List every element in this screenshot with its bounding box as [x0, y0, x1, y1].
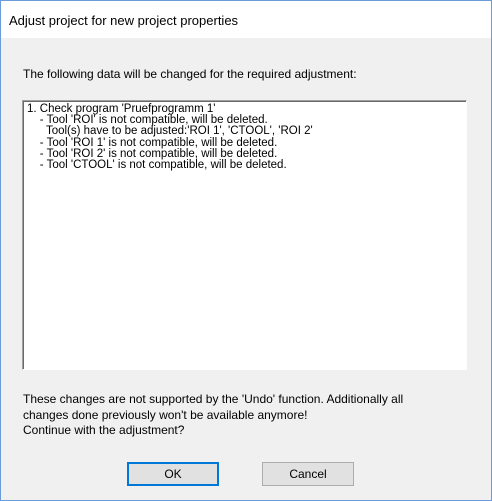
instruction-label: The following data will be changed for t… — [23, 67, 357, 81]
title-bar[interactable]: Adjust project for new project propertie… — [1, 1, 491, 38]
dialog-window: Adjust project for new project propertie… — [0, 0, 492, 501]
warning-line: changes done previously won't be availab… — [23, 407, 308, 422]
cancel-button[interactable]: Cancel — [262, 462, 354, 486]
changes-list-box[interactable]: 1. Check program 'Pruefprogramm 1' - Too… — [22, 100, 467, 370]
change-line: - Tool 'CTOOL' is not compatible, will b… — [27, 159, 287, 172]
warning-line: These changes are not supported by the '… — [23, 392, 404, 406]
warning-line: Continue with the adjustment? — [23, 423, 185, 437]
warning-message: These changes are not supported by the '… — [23, 392, 478, 439]
ok-button[interactable]: OK — [127, 462, 219, 486]
window-title: Adjust project for new project propertie… — [9, 13, 239, 28]
changes-list: 1. Check program 'Pruefprogramm 1' - Too… — [27, 103, 313, 172]
change-line: Tool(s) have to be adjusted:'ROI 1', 'CT… — [27, 125, 313, 138]
